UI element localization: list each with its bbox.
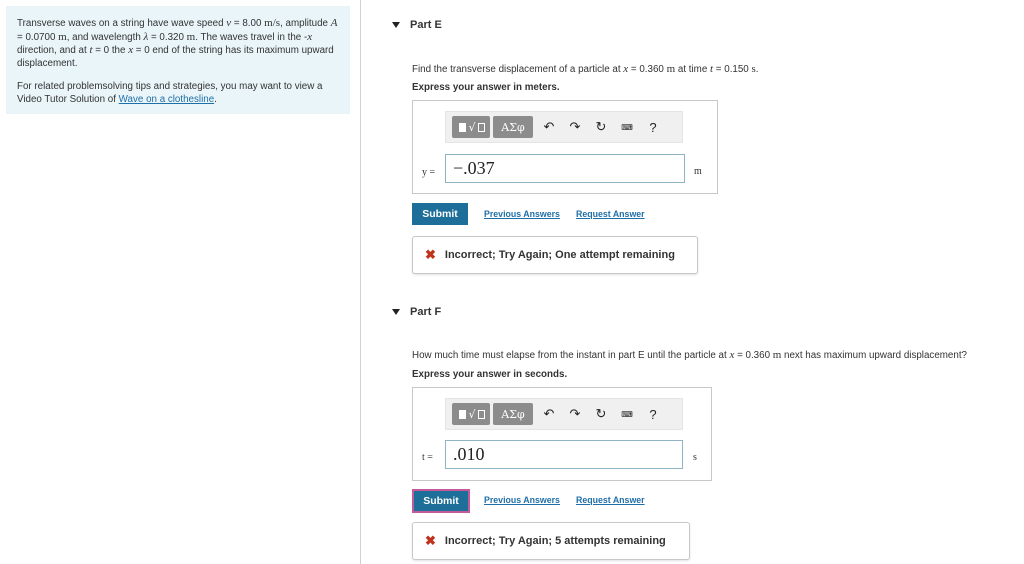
part-f-header[interactable]: Part F bbox=[392, 306, 441, 318]
help-icon[interactable]: ? bbox=[640, 403, 666, 425]
column-divider bbox=[360, 0, 361, 564]
intro-text: = 0 the bbox=[92, 45, 129, 57]
part-f-feedback-message: ✖ Incorrect; Try Again; 5 attempts remai… bbox=[412, 522, 690, 560]
feedback-text: Incorrect; Try Again; One attempt remain… bbox=[444, 249, 675, 261]
collapse-caret-icon bbox=[392, 309, 400, 315]
question-text: How much time must elapse from the insta… bbox=[412, 350, 730, 361]
part-e-header[interactable]: Part E bbox=[392, 19, 442, 31]
variable-label-t: t = bbox=[422, 452, 433, 463]
part-f-previous-answers-link[interactable]: Previous Answers bbox=[484, 495, 560, 505]
part-f-answer-input[interactable]: .010 bbox=[445, 440, 683, 469]
question-text: = 0.360 bbox=[734, 350, 773, 361]
unit-m: m bbox=[666, 63, 676, 75]
unit-mps: m/s bbox=[264, 17, 281, 29]
var-x: x bbox=[307, 30, 313, 43]
unit-m: m bbox=[186, 30, 196, 43]
collapse-caret-icon bbox=[392, 22, 400, 28]
part-e-request-answer-link[interactable]: Request Answer bbox=[576, 209, 645, 219]
part-e-answer-input[interactable]: −.037 bbox=[445, 154, 685, 183]
template-box-icon bbox=[459, 409, 467, 419]
part-e-submit-button[interactable]: Submit bbox=[412, 203, 468, 225]
undo-icon[interactable]: ↶ bbox=[536, 116, 562, 138]
intro-text: , amplitude bbox=[280, 18, 331, 29]
part-e-answer-box: √ ΑΣφ ↶ ↷ ↻ ⌨ ? y = −.037 m bbox=[412, 100, 718, 194]
sqrt-icon: √ bbox=[468, 407, 476, 421]
part-e-question: Find the transverse displacement of a pa… bbox=[412, 63, 759, 75]
template-box-icon bbox=[459, 122, 467, 132]
template-box-icon bbox=[477, 409, 485, 419]
keyboard-icon[interactable]: ⌨ bbox=[614, 403, 640, 425]
part-f-instruction: Express your answer in seconds. bbox=[412, 369, 568, 380]
intro-text: Transverse waves on a string have wave s… bbox=[17, 18, 227, 29]
intro-text: = 0.0700 bbox=[17, 31, 59, 43]
intro-text: . The waves travel in the - bbox=[195, 31, 308, 43]
part-e-unit: m bbox=[694, 166, 702, 177]
question-text: Find the transverse displacement of a pa… bbox=[412, 64, 624, 75]
sqrt-icon: √ bbox=[468, 120, 476, 134]
keyboard-icon[interactable]: ⌨ bbox=[614, 116, 640, 138]
reset-icon[interactable]: ↻ bbox=[588, 403, 614, 425]
templates-button[interactable]: √ bbox=[452, 403, 490, 425]
variable-label-y: y = bbox=[422, 167, 436, 178]
intro-text: = 8.00 bbox=[231, 18, 265, 29]
question-text: = 0.360 bbox=[628, 64, 667, 75]
part-f-request-answer-link[interactable]: Request Answer bbox=[576, 495, 645, 505]
problem-tips: For related problemsolving tips and stra… bbox=[17, 81, 340, 106]
math-toolbar: √ ΑΣφ ↶ ↷ ↻ ⌨ ? bbox=[445, 398, 683, 430]
greek-symbols-button[interactable]: ΑΣφ bbox=[493, 116, 533, 138]
part-e-previous-answers-link[interactable]: Previous Answers bbox=[484, 209, 560, 219]
var-A: A bbox=[330, 17, 338, 29]
question-text: = 0.150 bbox=[713, 64, 752, 75]
part-f-submit-button[interactable]: Submit bbox=[412, 489, 470, 513]
math-toolbar: √ ΑΣφ ↶ ↷ ↻ ⌨ ? bbox=[445, 111, 683, 143]
intro-text: = 0.320 bbox=[148, 31, 187, 43]
part-e-title: Part E bbox=[410, 19, 442, 31]
part-f-question: How much time must elapse from the insta… bbox=[412, 349, 967, 361]
help-icon[interactable]: ? bbox=[640, 116, 666, 138]
part-f-unit: s bbox=[693, 452, 697, 463]
redo-icon[interactable]: ↷ bbox=[562, 116, 588, 138]
template-box-icon bbox=[477, 122, 485, 132]
reset-icon[interactable]: ↻ bbox=[588, 116, 614, 138]
greek-symbols-button[interactable]: ΑΣφ bbox=[493, 403, 533, 425]
templates-button[interactable]: √ bbox=[452, 116, 490, 138]
question-text: at time bbox=[675, 64, 711, 75]
error-x-icon: ✖ bbox=[425, 533, 436, 548]
unit-m: m bbox=[58, 30, 67, 43]
problem-intro: Transverse waves on a string have wave s… bbox=[17, 17, 340, 70]
intro-text: , and wavelength bbox=[66, 31, 144, 43]
feedback-text: Incorrect; Try Again; 5 attempts remaini… bbox=[444, 535, 666, 547]
question-text: next has maximum upward displacement? bbox=[781, 350, 967, 361]
problem-statement-panel: Transverse waves on a string have wave s… bbox=[6, 6, 350, 114]
intro-text: direction, and at bbox=[17, 45, 90, 57]
error-x-icon: ✖ bbox=[425, 247, 436, 262]
part-f-answer-box: √ ΑΣφ ↶ ↷ ↻ ⌨ ? t = .010 s bbox=[412, 387, 712, 481]
question-text: . bbox=[755, 64, 759, 75]
part-e-instruction: Express your answer in meters. bbox=[412, 82, 560, 93]
part-f-title: Part F bbox=[410, 306, 442, 318]
video-tutor-link[interactable]: Wave on a clothesline bbox=[119, 94, 214, 105]
part-e-feedback-message: ✖ Incorrect; Try Again; One attempt rema… bbox=[412, 236, 698, 274]
redo-icon[interactable]: ↷ bbox=[562, 403, 588, 425]
undo-icon[interactable]: ↶ bbox=[536, 403, 562, 425]
tips-end: . bbox=[214, 93, 217, 105]
